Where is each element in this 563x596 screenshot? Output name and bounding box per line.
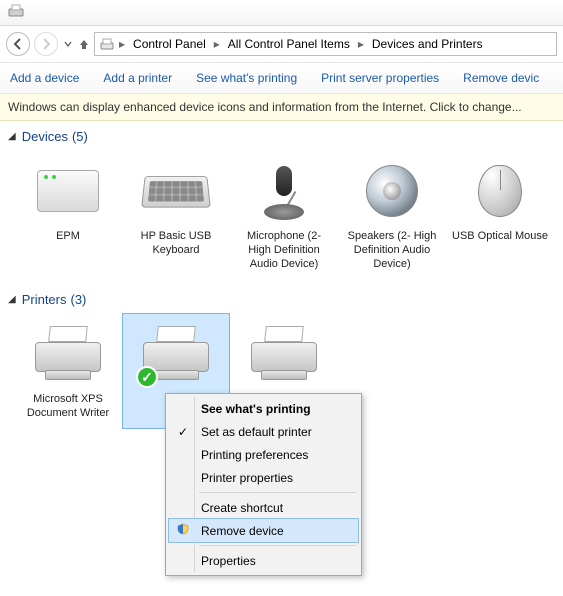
group-label: Devices [22,129,68,144]
device-label: EPM [19,229,117,243]
menu-separator [199,545,356,546]
printer-icon [248,322,320,386]
drive-icon [32,159,104,223]
mouse-icon [464,159,536,223]
breadcrumb-control-panel[interactable]: Control Panel [127,33,212,55]
keyboard-icon [140,159,212,223]
menu-printing-preferences[interactable]: Printing preferences [169,443,358,466]
menu-properties[interactable]: Properties [169,549,358,572]
device-item-microphone[interactable]: Microphone (2- High Definition Audio Dev… [230,150,338,280]
menu-label: Remove device [201,524,284,538]
recent-locations[interactable] [62,40,74,48]
command-toolbar: Add a device Add a printer See what's pr… [0,62,563,94]
printer-item-xps[interactable]: Microsoft XPS Document Writer [14,313,122,429]
print-server-properties-button[interactable]: Print server properties [321,71,439,85]
device-label: Speakers (2- High Definition Audio Devic… [343,229,441,271]
menu-label: Set as default printer [201,425,312,439]
menu-label: See what's printing [201,402,311,416]
chevron-right-icon[interactable]: ▸ [117,37,127,51]
shield-icon [175,523,191,538]
up-button[interactable] [78,38,90,50]
context-menu: See what's printing ✓ Set as default pri… [165,393,362,576]
group-label: Printers [22,292,67,307]
menu-separator [199,492,356,493]
group-header-devices[interactable]: ◢ Devices (5) [8,129,563,144]
menu-printer-properties[interactable]: Printer properties [169,466,358,489]
breadcrumb-all-items[interactable]: All Control Panel Items [222,33,356,55]
breadcrumb-devices-printers[interactable]: Devices and Printers [366,33,489,55]
group-count: (3) [71,292,87,307]
device-label: HP Basic USB Keyboard [127,229,225,257]
chevron-right-icon[interactable]: ▸ [356,37,366,51]
nav-row: ▸ Control Panel ▸ All Control Panel Item… [0,26,563,62]
add-device-button[interactable]: Add a device [10,71,79,85]
device-item-keyboard[interactable]: HP Basic USB Keyboard [122,150,230,280]
info-bar-text: Windows can display enhanced device icon… [8,100,522,114]
devices-items: EPM HP Basic USB Keyboard Microphone (2-… [8,144,563,292]
menu-set-as-default[interactable]: ✓ Set as default printer [169,420,358,443]
menu-label: Printing preferences [201,448,308,462]
menu-remove-device[interactable]: Remove device [169,519,358,542]
printer-icon [32,322,104,386]
device-label: Microphone (2- High Definition Audio Dev… [235,229,333,271]
title-bar [0,0,563,26]
collapse-icon: ◢ [8,294,16,305]
group-header-printers[interactable]: ◢ Printers (3) [8,292,563,307]
address-bar[interactable]: ▸ Control Panel ▸ All Control Panel Item… [94,32,557,56]
menu-label: Create shortcut [201,501,283,515]
device-item-epm[interactable]: EPM [14,150,122,280]
window-icon [8,3,24,22]
location-icon [97,36,117,52]
group-count: (5) [72,129,88,144]
speaker-icon [356,159,428,223]
microphone-icon [248,159,320,223]
chevron-right-icon[interactable]: ▸ [212,37,222,51]
menu-label: Properties [201,554,256,568]
add-printer-button[interactable]: Add a printer [103,71,172,85]
back-button[interactable] [6,32,30,56]
device-item-mouse[interactable]: USB Optical Mouse [446,150,554,280]
menu-label: Printer properties [201,471,293,485]
see-whats-printing-button[interactable]: See what's printing [196,71,297,85]
check-icon: ✓ [175,425,191,439]
info-bar[interactable]: Windows can display enhanced device icon… [0,94,563,121]
forward-button[interactable] [34,32,58,56]
default-check-icon: ✓ [136,366,158,388]
device-item-speakers[interactable]: Speakers (2- High Definition Audio Devic… [338,150,446,280]
menu-create-shortcut[interactable]: Create shortcut [169,496,358,519]
remove-device-button[interactable]: Remove devic [463,71,539,85]
menu-see-whats-printing[interactable]: See what's printing [169,397,358,420]
printer-label: Microsoft XPS Document Writer [19,392,117,420]
collapse-icon: ◢ [8,131,16,142]
device-label: USB Optical Mouse [451,229,549,243]
